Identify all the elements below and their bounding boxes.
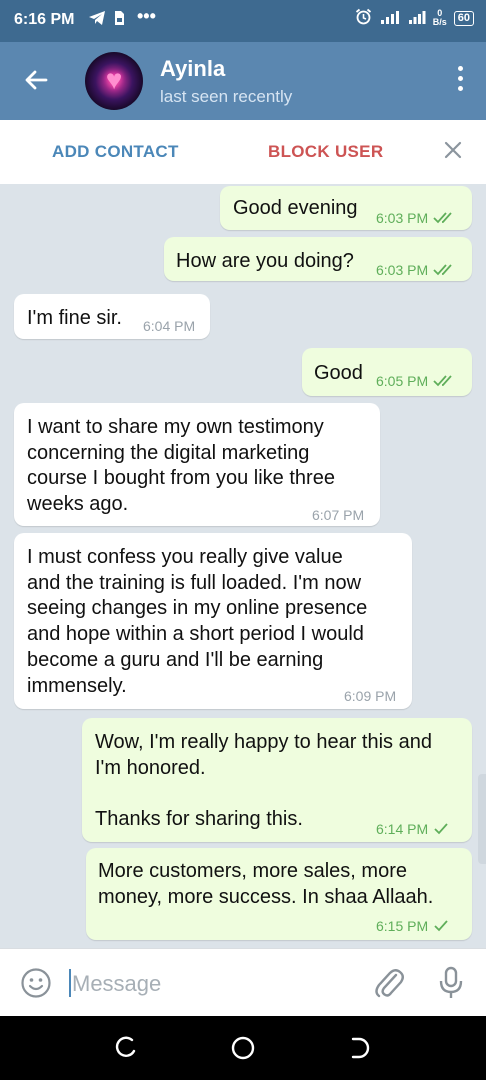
message-time: 6:09 PM	[344, 688, 397, 704]
message-time: 6:07 PM	[312, 507, 365, 523]
scroll-handle[interactable]	[478, 774, 486, 864]
message-text: Wow, I'm really happy to hear this and I…	[95, 731, 432, 831]
last-seen-status: last seen recently	[160, 87, 293, 106]
battery-indicator: 60	[453, 10, 474, 26]
status-bar: 6:16 PM ••• 0 B/s 60	[0, 0, 486, 42]
message-time: 6:03 PM	[376, 262, 429, 278]
emoji-icon[interactable]	[20, 967, 52, 999]
close-icon[interactable]	[442, 139, 464, 161]
message-text: Good	[314, 362, 363, 384]
mic-icon[interactable]	[437, 965, 465, 1001]
double-check-icon	[433, 211, 455, 227]
single-check-icon	[433, 822, 449, 838]
message-meta: 6:03 PM	[376, 210, 455, 227]
message-meta: 6:14 PM	[376, 821, 449, 838]
status-time: 6:16 PM	[14, 11, 75, 28]
contact-name[interactable]: Ayinla	[160, 56, 225, 82]
message-bubble-outgoing[interactable]: Good evening 6:03 PM	[220, 186, 472, 230]
message-time: 6:04 PM	[143, 318, 196, 334]
block-user-button[interactable]: BLOCK USER	[268, 142, 383, 162]
message-bubble-incoming[interactable]: I must confess you really give value and…	[14, 533, 412, 709]
avatar[interactable]: ♥	[85, 52, 143, 110]
alarm-icon	[355, 8, 372, 28]
message-time: 6:05 PM	[376, 373, 429, 389]
more-notifications: •••	[137, 6, 156, 26]
message-time: 6:03 PM	[376, 210, 429, 226]
message-meta: 6:15 PM	[376, 918, 449, 935]
attach-icon[interactable]	[372, 965, 406, 1001]
message-input-bar: Message	[0, 948, 486, 1017]
chat-header: ♥ Ayinla last seen recently	[0, 42, 486, 120]
message-time: 6:14 PM	[376, 821, 429, 837]
message-text: I'm fine sir.	[27, 307, 122, 329]
signal-icon-sim2	[408, 9, 426, 28]
message-text: I must confess you really give value and…	[27, 546, 368, 697]
network-speed-unit: B/s	[432, 17, 447, 27]
message-meta: 6:05 PM	[376, 373, 455, 390]
heart-avatar-icon: ♥	[105, 64, 123, 95]
sim-notification-icon	[113, 10, 125, 30]
add-contact-button[interactable]: ADD CONTACT	[52, 142, 179, 162]
home-icon[interactable]	[230, 1035, 256, 1061]
message-meta: 6:03 PM	[376, 262, 455, 279]
message-bubble-outgoing[interactable]: How are you doing? 6:03 PM	[164, 237, 472, 281]
back-arrow-icon[interactable]	[22, 62, 52, 98]
message-time: 6:15 PM	[376, 918, 429, 934]
more-vertical-icon[interactable]	[454, 66, 466, 96]
recent-apps-icon[interactable]	[113, 1035, 139, 1061]
message-bubble-incoming[interactable]: I'm fine sir. 6:04 PM	[14, 294, 210, 339]
message-bubble-outgoing[interactable]: More customers, more sales, more money, …	[86, 848, 472, 940]
message-text: How are you doing?	[176, 250, 354, 272]
system-navigation-bar	[0, 1016, 486, 1080]
message-text: Good evening	[233, 197, 358, 219]
signal-icon-sim1	[379, 9, 401, 28]
back-nav-icon[interactable]	[347, 1035, 373, 1061]
double-check-icon	[433, 374, 455, 390]
message-text: I want to share my own testimony concern…	[27, 416, 335, 516]
message-text: More customers, more sales, more money, …	[98, 860, 434, 908]
message-bubble-outgoing[interactable]: Wow, I'm really happy to hear this and I…	[82, 718, 472, 842]
message-bubble-outgoing[interactable]: Good 6:05 PM	[302, 348, 472, 396]
message-bubble-incoming[interactable]: I want to share my own testimony concern…	[14, 403, 380, 526]
network-speed: 0 B/s	[433, 9, 447, 27]
double-check-icon	[433, 263, 455, 279]
contact-action-bar: ADD CONTACT BLOCK USER	[0, 120, 486, 185]
single-check-icon	[433, 919, 449, 935]
message-input[interactable]: Message	[72, 971, 161, 997]
telegram-notification-icon	[88, 10, 106, 30]
chat-messages[interactable]: Good evening 6:03 PM How are you doing? …	[0, 184, 486, 948]
text-cursor	[69, 969, 71, 997]
